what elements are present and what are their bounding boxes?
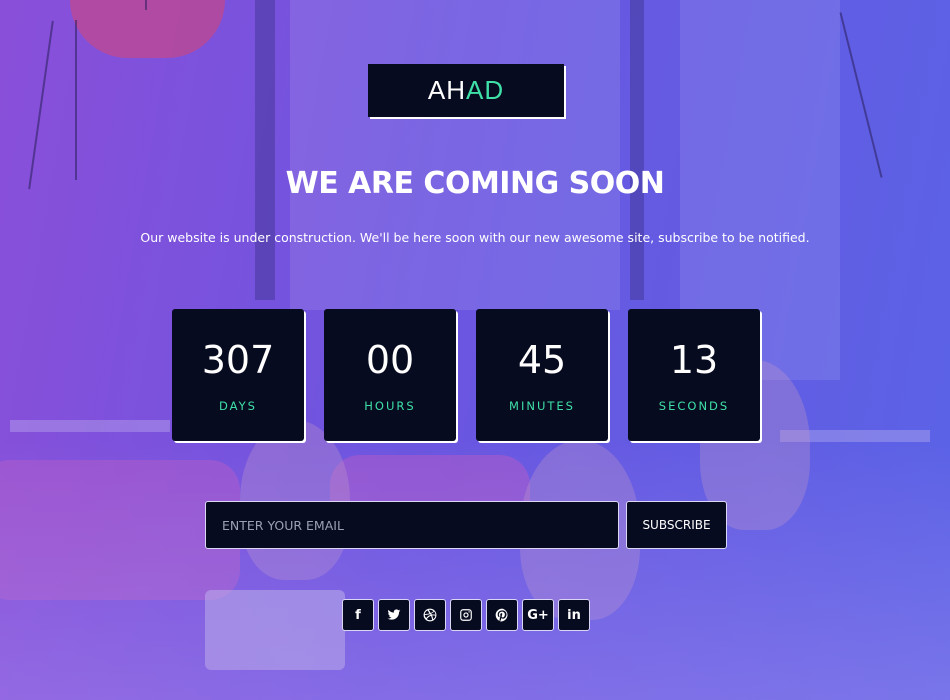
email-input[interactable] — [205, 501, 619, 549]
twitter-link[interactable] — [378, 599, 410, 631]
dribbble-link[interactable] — [414, 599, 446, 631]
instagram-link[interactable] — [450, 599, 482, 631]
countdown-value: 45 — [517, 338, 567, 382]
countdown-value: 13 — [669, 338, 719, 382]
logo-text-white: AH — [427, 75, 466, 105]
subscribe-button[interactable]: SUBSCRIBE — [626, 501, 727, 549]
page-subtitle: Our website is under construction. We'll… — [140, 230, 810, 245]
dribbble-icon — [423, 608, 437, 622]
facebook-icon: f — [355, 607, 361, 623]
countdown-label: DAYS — [219, 399, 257, 413]
countdown-seconds: 13 SECONDS — [628, 309, 760, 441]
page-title: WE ARE COMING SOON — [285, 166, 665, 201]
google-plus-icon: G+ — [527, 607, 549, 623]
logo-text-accent: AD — [466, 75, 505, 105]
social-links: f G+ in — [342, 599, 590, 631]
countdown-value: 00 — [365, 338, 415, 382]
countdown-timer: 307 DAYS 00 HOURS 45 MINUTES 13 SECONDS — [172, 309, 760, 441]
lamp-shade — [70, 0, 225, 58]
countdown-label: MINUTES — [509, 399, 575, 413]
countdown-label: HOURS — [364, 399, 416, 413]
linkedin-icon: in — [567, 607, 581, 623]
countdown-label: SECONDS — [658, 399, 730, 413]
twitter-icon — [387, 609, 401, 620]
pinterest-icon — [495, 608, 508, 622]
google-plus-link[interactable]: G+ — [522, 599, 554, 631]
countdown-days: 307 DAYS — [172, 309, 304, 441]
pinterest-link[interactable] — [486, 599, 518, 631]
countdown-hours: 00 HOURS — [324, 309, 456, 441]
countdown-minutes: 45 MINUTES — [476, 309, 608, 441]
brand-logo[interactable]: AH AD — [368, 64, 564, 117]
instagram-icon — [460, 609, 472, 621]
linkedin-link[interactable]: in — [558, 599, 590, 631]
countdown-value: 307 — [201, 338, 275, 382]
facebook-link[interactable]: f — [342, 599, 374, 631]
